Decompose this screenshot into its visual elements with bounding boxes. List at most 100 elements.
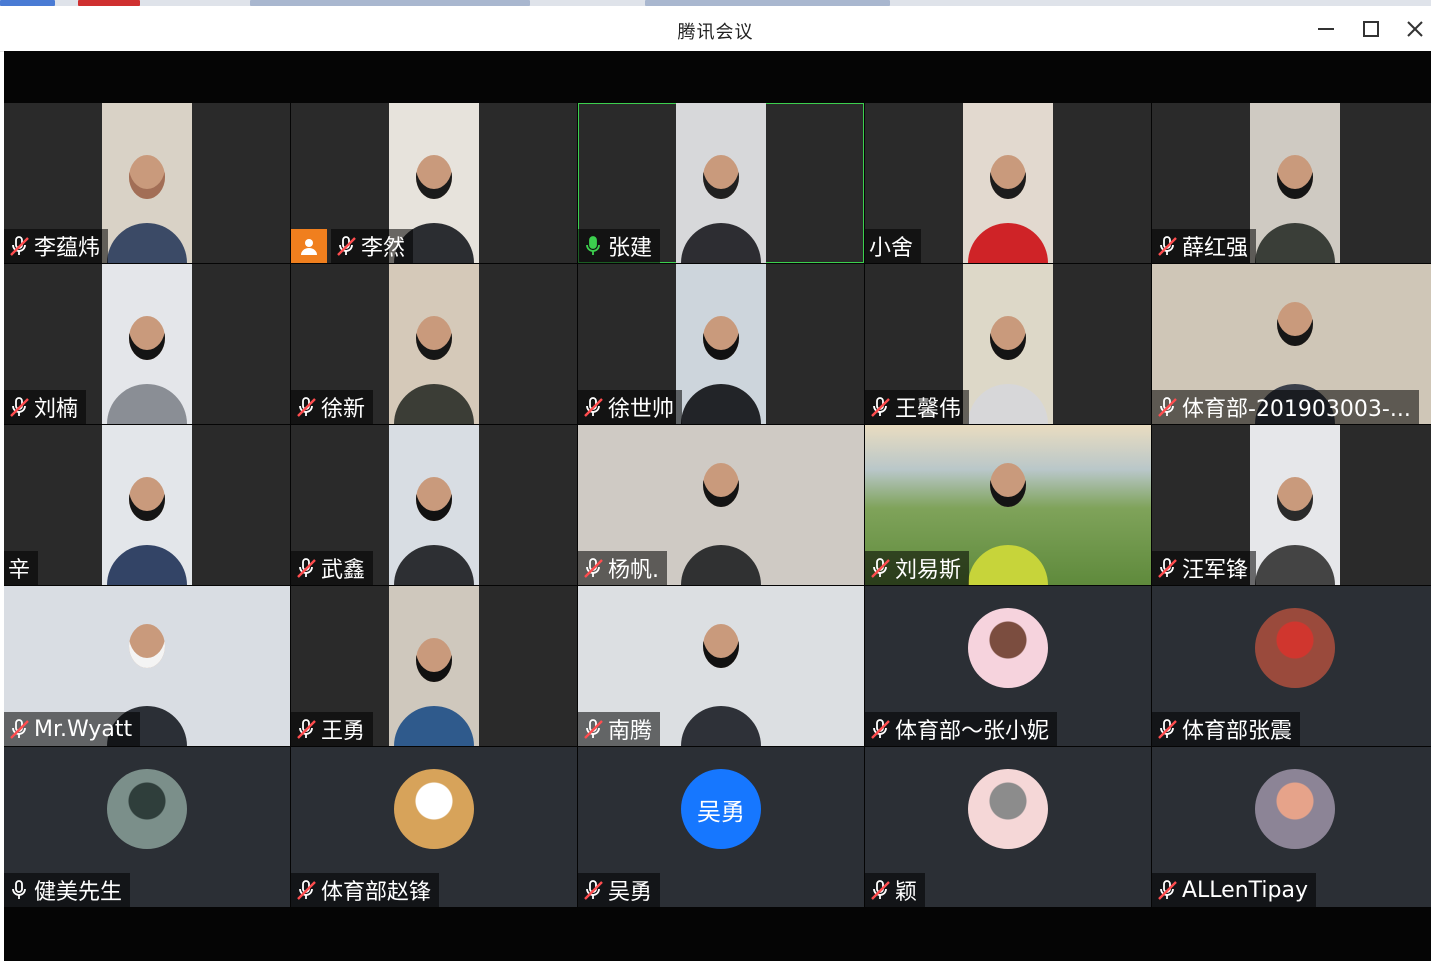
- person-head: [1277, 155, 1313, 199]
- participant-name: 王馨伟: [895, 397, 962, 422]
- participant-tile[interactable]: 武鑫: [291, 425, 577, 585]
- participant-tile[interactable]: 颖: [865, 747, 1151, 907]
- person-body: [681, 706, 761, 746]
- participant-tile[interactable]: 辛: [4, 425, 290, 585]
- participant-name-label: 辛: [4, 551, 39, 585]
- participant-name-label: 吴勇: [578, 873, 661, 907]
- window-title: 腾讯会议: [677, 22, 754, 43]
- person-head: [1277, 302, 1313, 346]
- person-head: [129, 477, 165, 521]
- participant-video: [676, 103, 766, 263]
- participant-name: 颖: [895, 880, 918, 905]
- mic-muted-icon: [10, 719, 29, 739]
- person-body: [968, 223, 1048, 263]
- participant-avatar: [968, 769, 1048, 849]
- participant-name: 徐世帅: [608, 397, 675, 422]
- participant-tile[interactable]: ALLenTipay: [1152, 747, 1431, 907]
- participant-name-label: 薛红强: [1152, 229, 1257, 263]
- participant-name: 李然: [361, 236, 406, 261]
- participant-name: 健美先生: [34, 880, 123, 905]
- mic-muted-icon: [871, 397, 890, 417]
- host-badge: [291, 229, 327, 263]
- participant-name: 武鑫: [321, 558, 366, 583]
- minimize-icon: [1318, 28, 1334, 30]
- person-head: [416, 477, 452, 521]
- participant-name: 李蕴炜: [34, 236, 101, 261]
- participant-name: Mr.Wyatt: [34, 716, 133, 742]
- participant-tile[interactable]: 南腾: [578, 586, 864, 746]
- person-body: [968, 384, 1048, 424]
- participant-name-label: 体育部赵锋: [291, 873, 440, 907]
- person-body: [681, 545, 761, 585]
- participant-tile[interactable]: 体育部赵锋: [291, 747, 577, 907]
- participant-tile[interactable]: 健美先生: [4, 747, 290, 907]
- person-head: [129, 316, 165, 360]
- participant-tile[interactable]: 杨帆.: [578, 425, 864, 585]
- person-body: [968, 545, 1048, 585]
- user-icon: [301, 239, 317, 255]
- participant-name-label: ALLenTipay: [1152, 873, 1316, 907]
- participant-video: [1250, 425, 1340, 585]
- mic-muted-icon: [297, 880, 316, 900]
- participant-name: 薛红强: [1182, 236, 1249, 261]
- participant-tile[interactable]: Mr.Wyatt: [4, 586, 290, 746]
- participant-tile[interactable]: 徐世帅: [578, 264, 864, 424]
- minimize-button[interactable]: [1311, 14, 1341, 44]
- participant-name: 辛: [8, 558, 31, 583]
- participant-name: 王勇: [321, 719, 366, 744]
- participant-name: 南腾: [608, 719, 653, 744]
- mic-muted-icon: [297, 558, 316, 578]
- person-body: [107, 384, 187, 424]
- mic-muted-icon: [871, 880, 890, 900]
- person-head: [129, 155, 165, 199]
- person-body: [394, 384, 474, 424]
- participant-name-label: 王勇: [291, 712, 374, 746]
- participant-name: 体育部-201903003-...: [1182, 397, 1411, 422]
- person-body: [107, 545, 187, 585]
- participant-video: [389, 425, 479, 585]
- participant-name-label: 体育部张震: [1152, 712, 1301, 746]
- participant-tile[interactable]: 小舍: [865, 103, 1151, 263]
- participant-tile[interactable]: 徐新: [291, 264, 577, 424]
- participant-name-label: 武鑫: [291, 551, 374, 585]
- participant-name-label: 李蕴炜: [4, 229, 109, 263]
- participant-name-label: 王馨伟: [865, 390, 970, 424]
- mic-muted-icon: [584, 719, 603, 739]
- participant-tile[interactable]: 刘楠: [4, 264, 290, 424]
- participant-name: 体育部张震: [1182, 719, 1293, 744]
- participant-tile[interactable]: 体育部～张小妮: [865, 586, 1151, 746]
- participant-tile[interactable]: 王勇: [291, 586, 577, 746]
- participant-name-label: 徐世帅: [578, 390, 683, 424]
- participant-video: [963, 264, 1053, 424]
- maximize-button[interactable]: [1356, 14, 1386, 44]
- participant-tile[interactable]: 王馨伟: [865, 264, 1151, 424]
- mic-muted-icon: [584, 880, 603, 900]
- participant-name: 徐新: [321, 397, 366, 422]
- participant-avatar: [1255, 769, 1335, 849]
- mic-muted-icon: [10, 236, 29, 256]
- participant-tile[interactable]: 体育部-201903003-...: [1152, 264, 1431, 424]
- participant-tile[interactable]: 李蕴炜: [4, 103, 290, 263]
- person-head: [1277, 477, 1313, 521]
- person-body: [681, 384, 761, 424]
- participant-name-label: 汪军锋: [1152, 551, 1257, 585]
- window-titlebar: 腾讯会议: [0, 6, 1431, 52]
- participant-tile[interactable]: 吴勇 吴勇: [578, 747, 864, 907]
- participant-name-label: Mr.Wyatt: [4, 712, 141, 746]
- participant-name: 刘易斯: [895, 558, 962, 583]
- participant-tile[interactable]: 体育部张震: [1152, 586, 1431, 746]
- participant-tile[interactable]: 刘易斯: [865, 425, 1151, 585]
- person-body: [1255, 223, 1335, 263]
- person-body: [107, 223, 187, 263]
- person-head: [416, 638, 452, 682]
- participant-name-label: 小舍: [865, 229, 922, 263]
- person-body: [681, 223, 761, 263]
- close-button[interactable]: [1400, 14, 1430, 44]
- participant-name: 体育部～张小妮: [895, 719, 1050, 744]
- participant-tile[interactable]: 汪军锋: [1152, 425, 1431, 585]
- participant-name: 刘楠: [34, 397, 79, 422]
- participant-tile[interactable]: 薛红强: [1152, 103, 1431, 263]
- participant-tile[interactable]: 李然: [291, 103, 577, 263]
- participant-name-label: 颖: [865, 873, 926, 907]
- participant-tile[interactable]: 张建: [578, 103, 864, 263]
